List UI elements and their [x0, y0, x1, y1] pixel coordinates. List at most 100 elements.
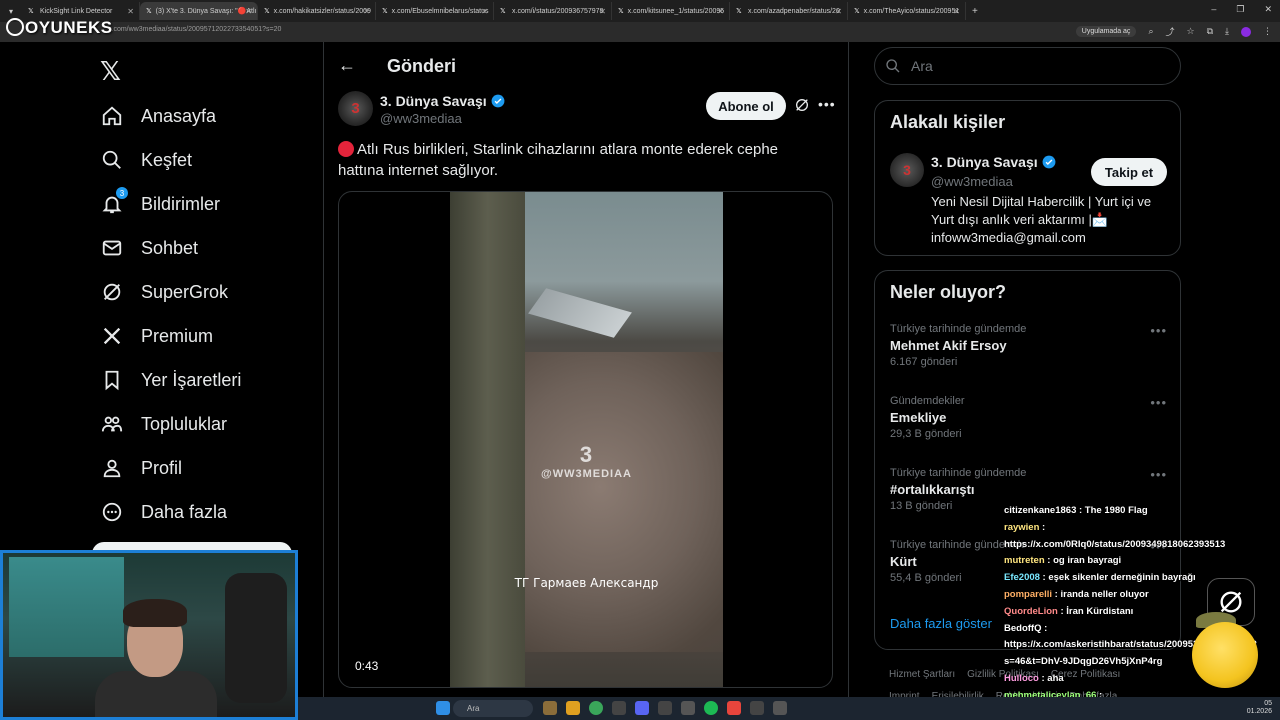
x-favicon-icon: 𝕏	[736, 8, 742, 15]
chat-text: : og iran bayragi	[1044, 555, 1122, 567]
nav-item-5[interactable]: Premium	[100, 314, 241, 358]
maximize-icon[interactable]: ❐	[1236, 4, 1244, 15]
taskbar-app-icon[interactable]	[658, 701, 672, 715]
spotify-icon[interactable]	[704, 701, 718, 715]
avatar[interactable]: 3	[890, 153, 924, 187]
follow-button[interactable]: Takip et	[1091, 158, 1167, 186]
close-tab-icon[interactable]: ✕	[127, 7, 134, 16]
taskbar-app-icon[interactable]	[681, 701, 695, 715]
download-icon[interactable]: ⤓	[1225, 26, 1229, 37]
close-tab-icon[interactable]: ✕	[599, 7, 606, 16]
nav-item-6[interactable]: Yer İşaretleri	[100, 358, 241, 402]
close-window-icon[interactable]: ✕	[1264, 4, 1272, 15]
chrome-icon[interactable]	[589, 701, 603, 715]
close-tab-icon[interactable]: ✕	[953, 7, 960, 16]
video-duration: 0:43	[355, 659, 379, 673]
trend-category: Gündemdekiler	[890, 395, 965, 407]
taskbar-clock[interactable]: 05 01.2026	[1247, 700, 1272, 716]
open-in-app-button[interactable]: Uygulamada aç	[1075, 26, 1137, 37]
nav-item-2[interactable]: 3 Bildirimler	[100, 182, 241, 226]
browser-menu-icon[interactable]: ⋮	[1263, 26, 1272, 37]
subscribe-button[interactable]: Abone ol	[706, 92, 786, 120]
trend-item[interactable]: Gündemdekiler Emekliye 29,3 B gönderi •••	[890, 395, 1175, 440]
discord-icon[interactable]	[635, 701, 649, 715]
more-options-icon[interactable]: •••	[1150, 395, 1167, 410]
search-input[interactable]: Ara	[874, 47, 1181, 85]
video-player[interactable]: 3 @WW3MEDIAA ТГ Гармаев Александр	[450, 192, 723, 687]
minimize-icon[interactable]: –	[1211, 4, 1216, 15]
nav-item-label: Anasayfa	[141, 105, 217, 126]
verified-badge-icon	[491, 94, 505, 108]
more-options-icon[interactable]: •••	[818, 96, 836, 112]
tab-label: x.com/Ebuselmnibelarus/status	[391, 7, 489, 15]
person-name-text[interactable]: 3. Dünya Savaşı	[931, 154, 1038, 170]
star-icon[interactable]: ☆	[1187, 26, 1195, 37]
chat-username: Efe2008	[1004, 572, 1040, 584]
x-logo-icon[interactable]: 𝕏	[100, 56, 121, 87]
more-options-icon[interactable]: •••	[1150, 323, 1167, 338]
chat-text: : iranda neller oluyor	[1052, 588, 1149, 600]
tab-label: x.com/kitsunee_1/status/20095	[627, 7, 725, 15]
post-media[interactable]: 3 @WW3MEDIAA ТГ Гармаев Александр 0:43	[338, 191, 833, 688]
taskbar-app-icon[interactable]	[727, 701, 741, 715]
file-explorer-icon[interactable]	[566, 701, 580, 715]
show-more-link[interactable]: Daha fazla göster	[890, 616, 992, 631]
video-frame-soldier	[450, 192, 525, 687]
browser-tab[interactable]: 𝕏x.com/azadpenaber/status/20 ✕	[730, 2, 848, 20]
taskbar-app-icon[interactable]	[773, 701, 787, 715]
chat-text: : aha	[1038, 672, 1064, 684]
close-tab-icon[interactable]: ✕	[481, 7, 488, 16]
nav-item-0[interactable]: Anasayfa	[100, 94, 241, 138]
grok-icon[interactable]	[794, 97, 810, 113]
nav-item-8[interactable]: Profil	[100, 446, 241, 490]
close-tab-icon[interactable]: ✕	[835, 7, 842, 16]
author-name-text[interactable]: 3. Dünya Savaşı	[380, 93, 487, 109]
close-tab-icon[interactable]: ✕	[363, 7, 370, 16]
bookmark-icon	[100, 368, 124, 392]
taskbar-app-icon[interactable]	[750, 701, 764, 715]
author-handle[interactable]: @ww3mediaa	[380, 111, 462, 126]
extensions-icon[interactable]: ⧉	[1207, 26, 1213, 37]
nav-item-3[interactable]: Sohbet	[100, 226, 241, 270]
url-field[interactable]: x.com/ww3mediaa/status/20095712022733540…	[108, 26, 281, 33]
new-tab-button[interactable]: +	[972, 6, 978, 17]
browser-tab[interactable]: 𝕏x.com/i/status/20093675797​8 ✕	[494, 2, 612, 20]
profile-avatar[interactable]	[1241, 26, 1251, 37]
browser-tab[interactable]: 𝕏x.com/kitsunee_1/status/20095 ✕	[612, 2, 730, 20]
taskbar-app-icon[interactable]	[612, 701, 626, 715]
stream-logo-text: OYUNEKS	[25, 18, 113, 37]
browser-tab[interactable]: 𝕏 (3) X'te 3. Dünya Savaşı: "🔴Atlı ✕	[140, 2, 258, 20]
browser-tab[interactable]: 𝕏x.com/hakikatsizler/status/2009 ✕	[258, 2, 376, 20]
nav-item-7[interactable]: Topluluklar	[100, 402, 241, 446]
more-options-icon[interactable]: •••	[1150, 467, 1167, 482]
x-favicon-icon: 𝕏	[854, 8, 860, 15]
author-avatar[interactable]: 3	[338, 91, 373, 126]
nav-item-4[interactable]: SuperGrok	[100, 270, 241, 314]
nav-item-1[interactable]: Keşfet	[100, 138, 241, 182]
person-handle[interactable]: @ww3mediaa	[931, 174, 1013, 189]
x-favicon-icon: 𝕏	[382, 8, 388, 15]
post-text: Atlı Rus birlikleri, Starlink cihazların…	[338, 139, 828, 181]
browser-tab[interactable]: 𝕏x.com/TheAyico/status/200951 ✕	[848, 2, 966, 20]
nav-item-label: Premium	[141, 325, 214, 346]
nav-item-label: Daha fazla	[141, 501, 228, 522]
back-arrow-icon[interactable]: ←	[338, 55, 356, 76]
zoom-icon[interactable]: ⌕	[1148, 26, 1153, 37]
nav-item-9[interactable]: Daha fazla	[100, 490, 241, 534]
author-name[interactable]: 3. Dünya Savaşı	[380, 93, 505, 109]
taskbar-search[interactable]: Ara	[453, 700, 533, 717]
windows-start-icon[interactable]	[436, 701, 450, 715]
share-icon[interactable]: ⤴	[1165, 25, 1174, 38]
emoji-mascot-overlay	[1192, 622, 1258, 688]
x-favicon-icon: 𝕏	[28, 8, 34, 15]
close-tab-icon[interactable]: ✕	[717, 7, 724, 16]
person-name[interactable]: 3. Dünya Savaşı	[931, 154, 1056, 170]
taskbar-app-icon[interactable]	[543, 701, 557, 715]
trend-item[interactable]: Türkiye tarihinde gündemde Mehmet Akif Er…	[890, 323, 1175, 368]
close-tab-icon[interactable]: ✕	[245, 7, 252, 16]
video-frame-starlink-dish	[528, 288, 632, 338]
browser-tab[interactable]: 𝕏x.com/Ebuselmnibelarus/status ✕	[376, 2, 494, 20]
video-caption: ТГ Гармаев Александр	[514, 576, 659, 590]
tab-menu-icon[interactable]: ▾	[0, 7, 22, 16]
footer-link[interactable]: Hizmet Şartları	[889, 669, 955, 680]
